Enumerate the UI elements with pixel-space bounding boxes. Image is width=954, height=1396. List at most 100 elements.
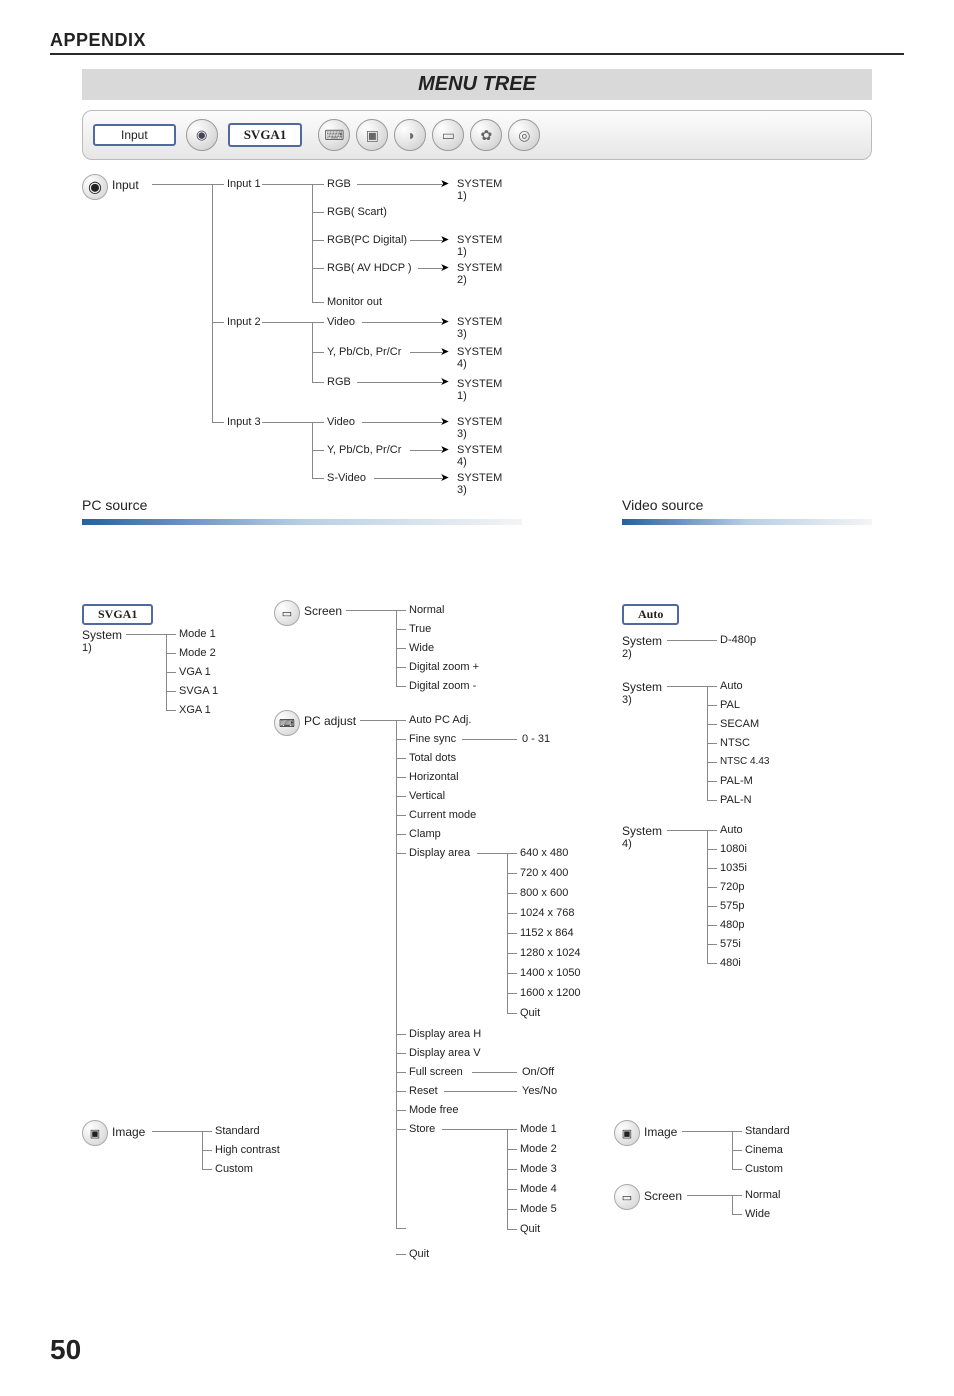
v4g: 575i (720, 938, 741, 950)
v4a: Auto (720, 824, 743, 836)
pc-source-heading: PC source (82, 497, 147, 513)
screen-icon: ▭ (274, 600, 300, 626)
image-adjust-icon: ◑ (394, 119, 426, 151)
i1c: RGB(PC Digital) (327, 234, 407, 246)
i1e: Monitor out (327, 296, 382, 308)
sc5: Digital zoom - (409, 680, 476, 692)
setting-icon: ✿ (470, 119, 502, 151)
v4d: 720p (720, 881, 744, 893)
image-icon: ▣ (614, 1120, 640, 1146)
arrow-icon: ➤ (440, 345, 449, 358)
pcadj-icon: ⌨ (274, 710, 300, 736)
st1: Mode 1 (520, 1123, 557, 1135)
p8: Display area (409, 847, 470, 859)
sysn: 3) (457, 484, 467, 496)
i3a: Video (327, 416, 355, 428)
sysn: 1) (457, 246, 467, 258)
sc4: Digital zoom + (409, 661, 479, 673)
m1: Mode 1 (179, 628, 216, 640)
v3c: SECAM (720, 718, 759, 730)
vimg1: Standard (745, 1125, 790, 1137)
sys: SYSTEM (457, 378, 502, 390)
input2: Input 2 (227, 316, 261, 328)
grad-bar (622, 519, 872, 525)
p11: Full screen (409, 1066, 463, 1078)
p14: Store (409, 1123, 435, 1135)
vimg3: Custom (745, 1163, 783, 1175)
v4c: 1035i (720, 862, 747, 874)
d3: 800 x 600 (520, 887, 568, 899)
auto-badge: Auto (622, 604, 679, 625)
p6: Current mode (409, 809, 476, 821)
arrow-icon: ➤ (440, 315, 449, 328)
input-icon: ◉ (186, 119, 218, 151)
arrow-icon: ➤ (440, 233, 449, 246)
d9: Quit (520, 1007, 540, 1019)
d8: 1600 x 1200 (520, 987, 581, 999)
arrow-icon: ➤ (440, 415, 449, 428)
d7: 1400 x 1050 (520, 967, 581, 979)
arrow-icon: ➤ (440, 375, 449, 388)
svga-badge: SVGA1 (228, 123, 303, 147)
image-label: Image (112, 1125, 145, 1139)
i3c: S-Video (327, 472, 366, 484)
v4h: 480i (720, 957, 741, 969)
sys3n: 3) (622, 694, 632, 706)
d5: 1152 x 864 (520, 927, 574, 939)
sys: SYSTEM (457, 346, 502, 358)
video-source-heading: Video source (622, 497, 703, 513)
sc2: True (409, 623, 431, 635)
arrow-icon: ➤ (440, 177, 449, 190)
screen-icon: ▭ (432, 119, 464, 151)
grad-bar (82, 519, 522, 525)
system2: System (622, 634, 662, 648)
system4: System (622, 824, 662, 838)
v4b: 1080i (720, 843, 747, 855)
i2a: Video (327, 316, 355, 328)
p10: Display area V (409, 1047, 481, 1059)
v4f: 480p (720, 919, 744, 931)
input-chip: Input (93, 124, 176, 146)
vscr1: Normal (745, 1189, 780, 1201)
d2: 720 x 400 (520, 867, 568, 879)
p7: Clamp (409, 828, 441, 840)
lamp-icon: ◎ (508, 119, 540, 151)
m5: XGA 1 (179, 704, 211, 716)
sysn: 3) (457, 328, 467, 340)
p2: Fine sync (409, 733, 456, 745)
p12: Reset (409, 1085, 438, 1097)
page-number: 50 (50, 1334, 904, 1366)
p5: Vertical (409, 790, 445, 802)
v3e: NTSC 4.43 (720, 756, 769, 767)
appendix-heading: APPENDIX (50, 30, 904, 51)
system3: System (622, 680, 662, 694)
screen-icon: ▭ (614, 1184, 640, 1210)
menu-tree-title: MENU TREE (82, 69, 872, 100)
d4: 1024 x 768 (520, 907, 574, 919)
rule (50, 53, 904, 55)
sc3: Wide (409, 642, 434, 654)
p2r: 0 - 31 (522, 733, 550, 745)
i2c: RGB (327, 376, 351, 388)
p3: Total dots (409, 752, 456, 764)
img3: Custom (215, 1163, 253, 1175)
i1b: RGB( Scart) (327, 206, 387, 218)
st6: Quit (520, 1223, 540, 1235)
sys4n: 4) (622, 838, 632, 850)
sys: SYSTEM (457, 262, 502, 274)
vimg2: Cinema (745, 1144, 783, 1156)
v4e: 575p (720, 900, 744, 912)
sys: SYSTEM (457, 316, 502, 328)
v3b: PAL (720, 699, 740, 711)
sys2n: 2) (622, 648, 632, 660)
p4: Horizontal (409, 771, 459, 783)
sys: SYSTEM (457, 472, 502, 484)
sys: SYSTEM (457, 416, 502, 428)
sysn: 2) (457, 274, 467, 286)
v3d: NTSC (720, 737, 750, 749)
m3: VGA 1 (179, 666, 211, 678)
p11r: On/Off (522, 1066, 554, 1078)
pcadj-label: PC adjust (304, 714, 356, 728)
m2: Mode 2 (179, 647, 216, 659)
vscreen-label: Screen (644, 1189, 682, 1203)
